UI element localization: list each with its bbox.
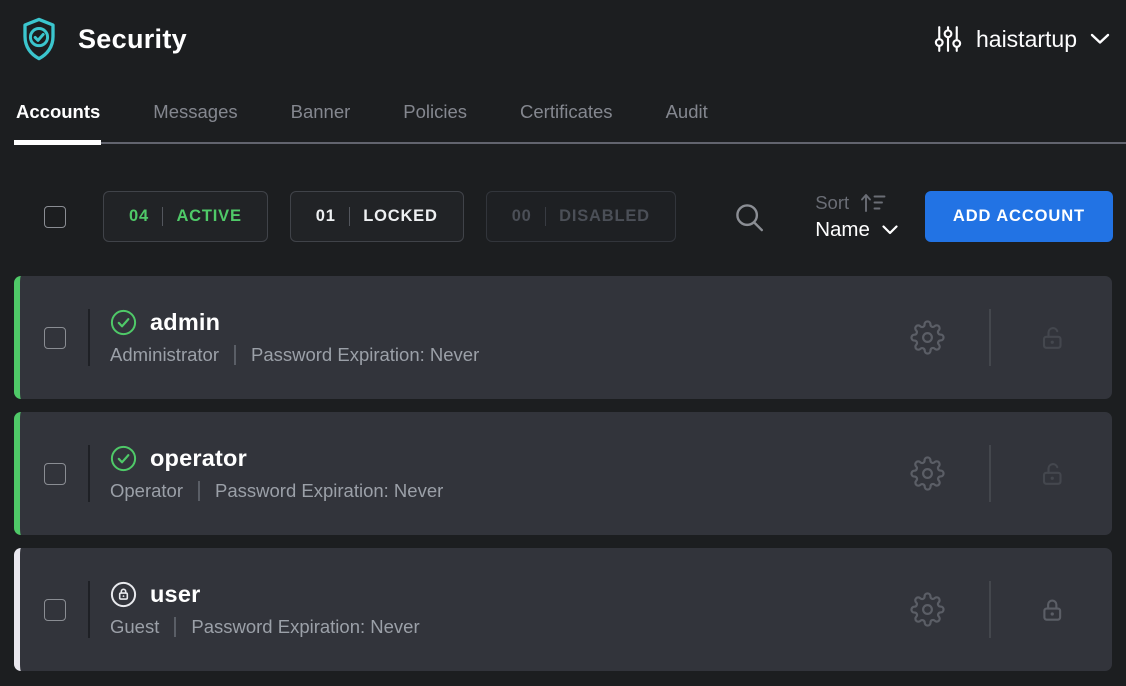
toolbar: 04 ACTIVE 01 LOCKED 00 DISABLED Sort <box>14 191 1113 242</box>
search-icon[interactable] <box>733 201 765 233</box>
account-menu-label: haistartup <box>976 26 1077 53</box>
account-list: admin Administrator Password Expiration:… <box>14 276 1112 671</box>
lock-open-icon[interactable] <box>1037 323 1067 353</box>
tab-bar: Accounts Messages Banner Policies Certif… <box>14 101 1126 144</box>
account-row-admin[interactable]: admin Administrator Password Expiration:… <box>14 276 1112 399</box>
subtitle-divider <box>198 481 200 501</box>
gear-icon[interactable] <box>910 592 945 627</box>
gear-icon[interactable] <box>910 320 945 355</box>
account-role: Guest <box>110 616 159 638</box>
lock-open-icon[interactable] <box>1037 459 1067 489</box>
subtitle-divider <box>174 617 176 637</box>
subtitle-divider <box>234 345 236 365</box>
tab-certificates[interactable]: Certificates <box>520 101 613 142</box>
account-name: operator <box>150 445 247 472</box>
shield-check-icon <box>18 15 60 63</box>
tab-banner[interactable]: Banner <box>291 101 351 142</box>
row-checkbox[interactable] <box>44 599 66 621</box>
app-header: Security haistartup <box>18 14 1110 64</box>
chip-divider <box>545 207 547 226</box>
actions-divider <box>989 309 991 366</box>
select-all-checkbox[interactable] <box>44 206 66 228</box>
filter-chip-disabled[interactable]: 00 DISABLED <box>486 191 676 242</box>
sliders-icon <box>933 24 963 54</box>
sort-value: Name <box>815 218 870 242</box>
lock-circle-icon <box>110 581 137 608</box>
sort-control[interactable]: Sort Name <box>815 192 898 242</box>
row-checkbox[interactable] <box>44 463 66 485</box>
security-app: Security haistartup Accounts <box>0 0 1126 686</box>
sort-label: Sort <box>815 192 849 214</box>
filter-chips: 04 ACTIVE 01 LOCKED 00 DISABLED <box>103 191 698 242</box>
row-divider <box>88 581 90 638</box>
chip-divider <box>162 207 164 226</box>
sort-ascending-icon <box>859 192 886 214</box>
tab-messages[interactable]: Messages <box>153 101 237 142</box>
page-title: Security <box>78 24 187 55</box>
row-divider <box>88 445 90 502</box>
row-checkbox[interactable] <box>44 327 66 349</box>
account-menu[interactable]: haistartup <box>933 24 1110 54</box>
password-expiration: Password Expiration: Never <box>215 480 443 502</box>
account-row-user[interactable]: user Guest Password Expiration: Never <box>14 548 1112 671</box>
chevron-down-icon <box>1090 33 1110 45</box>
row-divider <box>88 309 90 366</box>
filter-chip-active[interactable]: 04 ACTIVE <box>103 191 268 242</box>
add-account-button[interactable]: ADD ACCOUNT <box>925 191 1113 242</box>
actions-divider <box>989 445 991 502</box>
account-row-operator[interactable]: operator Operator Password Expiration: N… <box>14 412 1112 535</box>
gear-icon[interactable] <box>910 456 945 491</box>
password-expiration: Password Expiration: Never <box>251 344 479 366</box>
account-name: user <box>150 581 200 608</box>
account-role: Operator <box>110 480 183 502</box>
check-circle-icon <box>110 445 137 472</box>
check-circle-icon <box>110 309 137 336</box>
tab-policies[interactable]: Policies <box>403 101 467 142</box>
filter-chip-locked[interactable]: 01 LOCKED <box>290 191 464 242</box>
chevron-down-icon <box>882 225 898 235</box>
account-role: Administrator <box>110 344 219 366</box>
account-name: admin <box>150 309 220 336</box>
lock-closed-icon[interactable] <box>1037 595 1067 625</box>
chip-divider <box>349 207 351 226</box>
password-expiration: Password Expiration: Never <box>191 616 419 638</box>
actions-divider <box>989 581 991 638</box>
tab-accounts[interactable]: Accounts <box>16 101 100 142</box>
tab-audit[interactable]: Audit <box>666 101 708 142</box>
